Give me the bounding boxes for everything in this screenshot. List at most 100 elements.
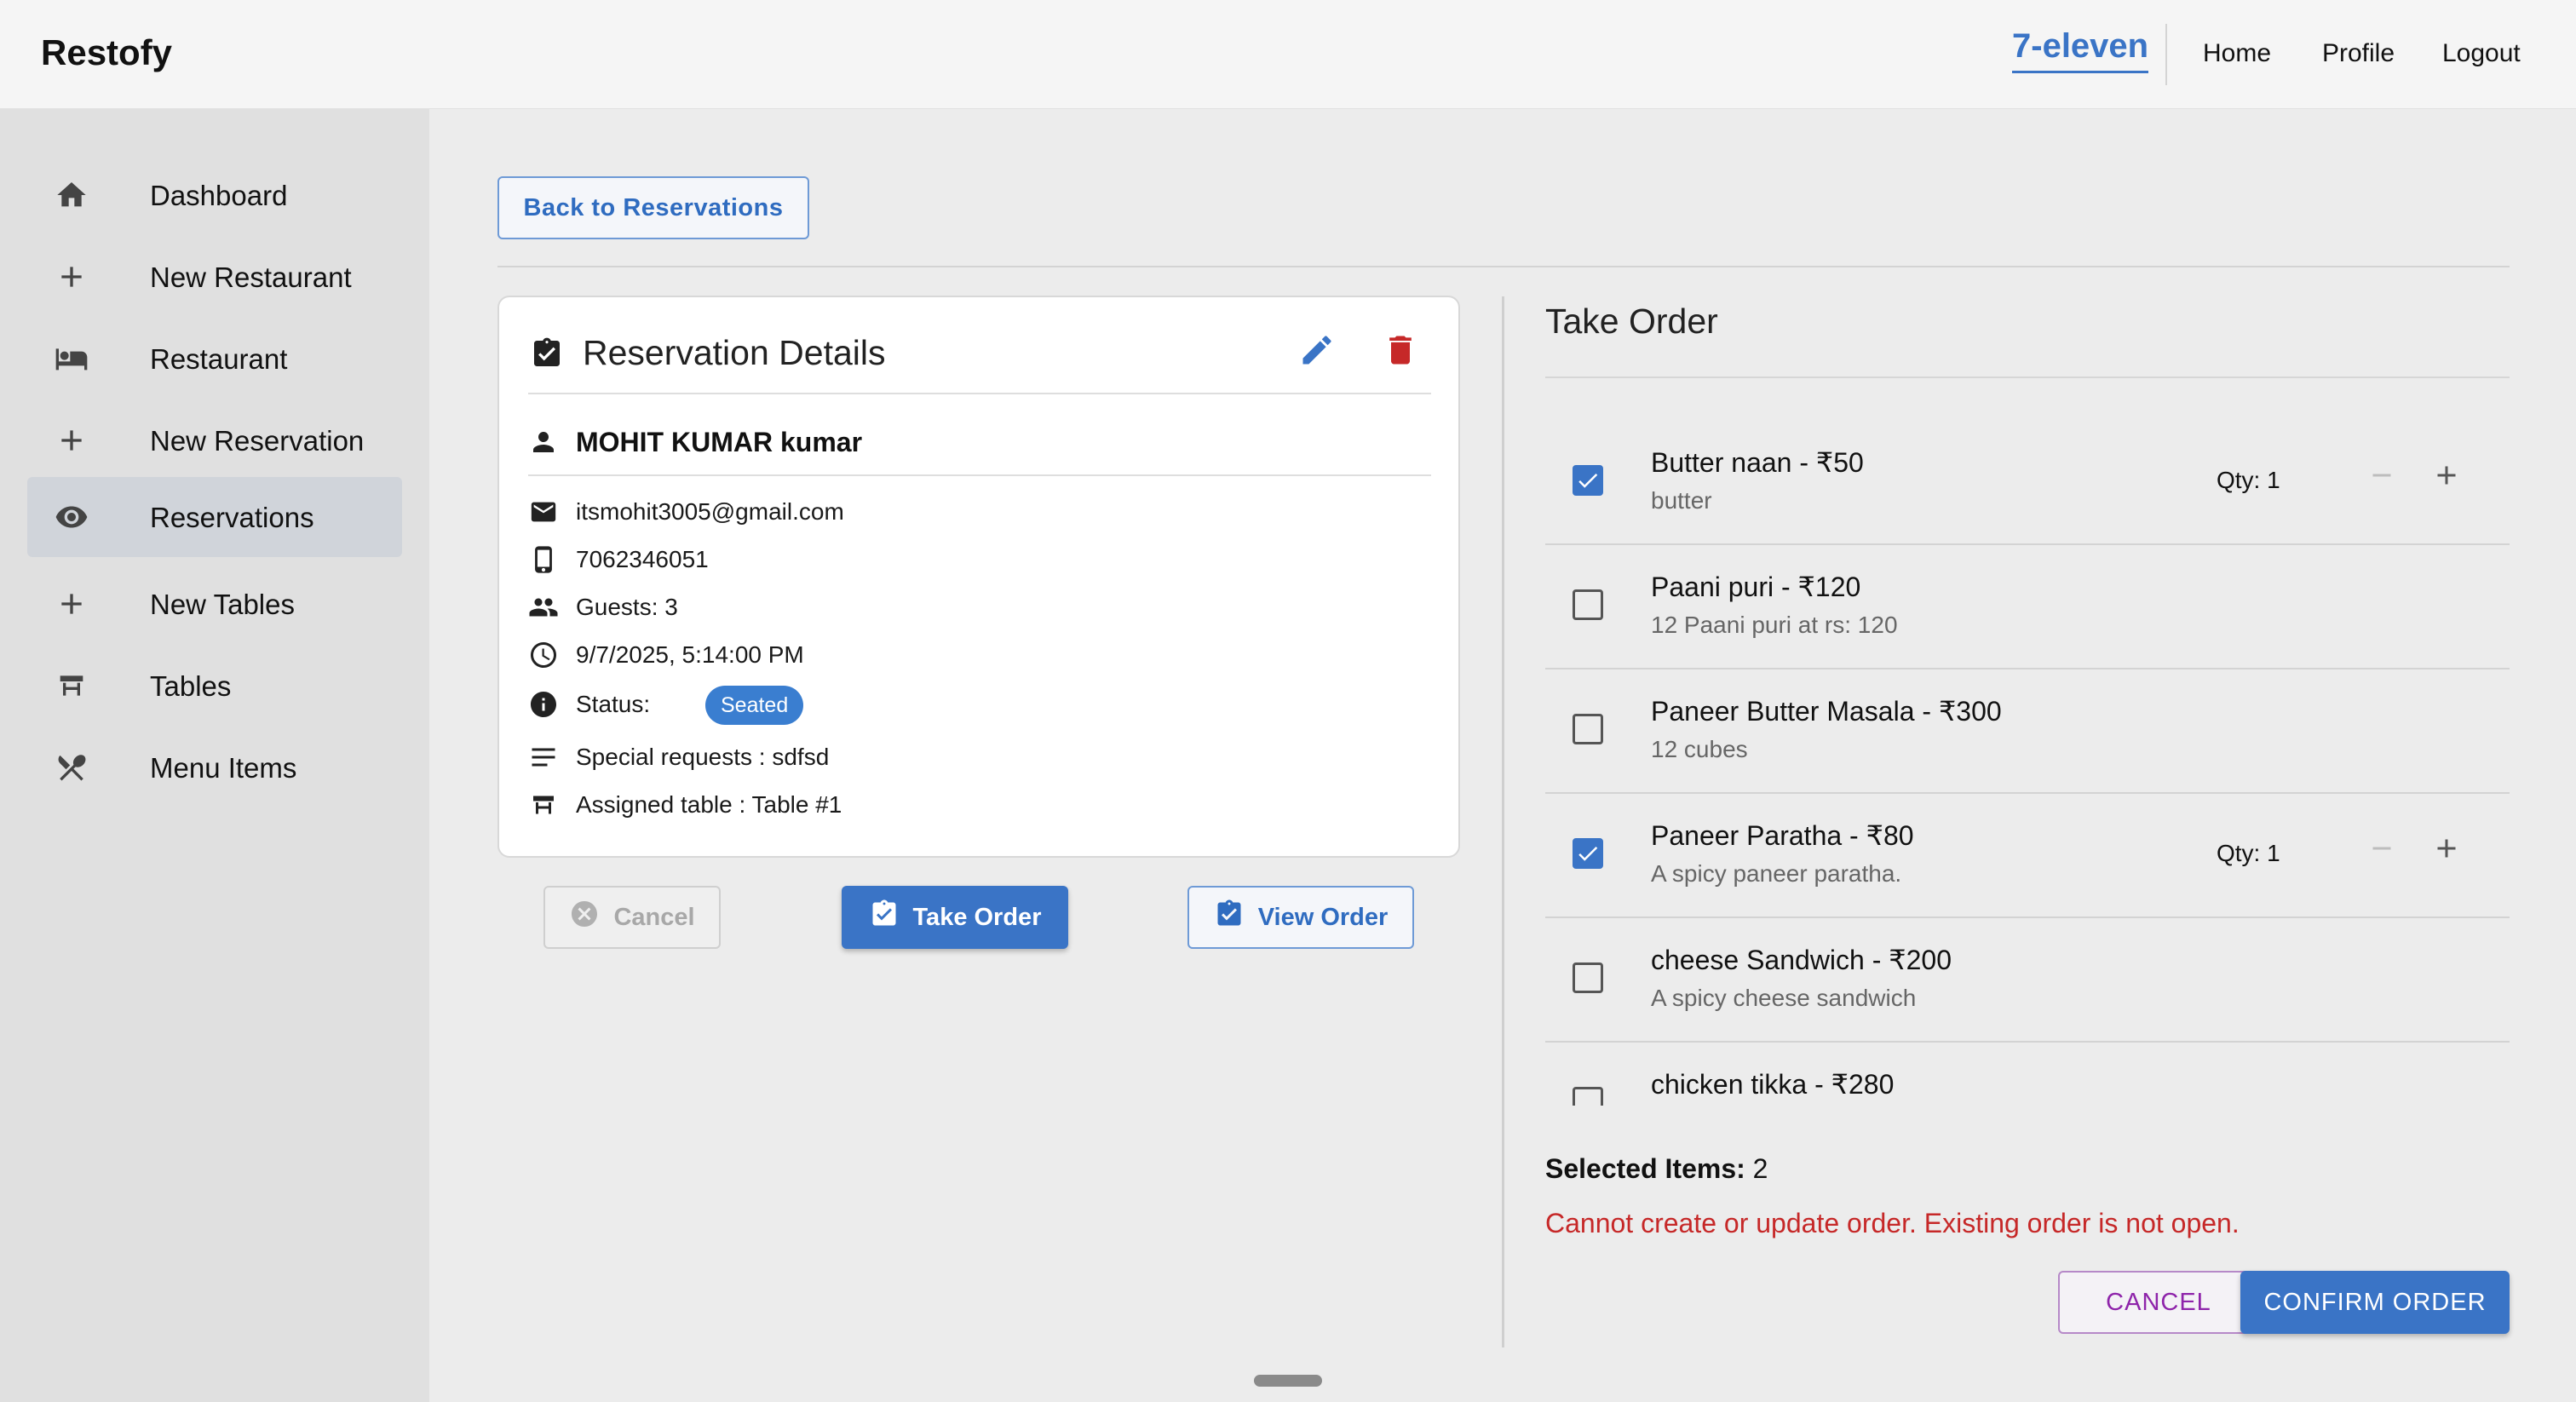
assigned-table-text: Assigned table : Table #1 — [576, 791, 842, 818]
item-checkbox[interactable] — [1573, 838, 1603, 869]
decrease-quantity-icon[interactable] — [2365, 831, 2399, 865]
item-name: Paneer Butter Masala - ₹300 — [1651, 696, 2002, 727]
item-description: 12 cubes — [1651, 736, 1748, 762]
nav-profile-link[interactable]: Profile — [2322, 39, 2395, 68]
cancel-circle-icon — [569, 899, 600, 936]
take-order-button[interactable]: Take Order — [842, 886, 1068, 949]
item-name: Paani puri - ₹120 — [1651, 572, 1861, 602]
cancel-order-button[interactable]: CANCEL — [2058, 1271, 2259, 1334]
item-name: Paneer Paratha - ₹80 — [1651, 820, 1914, 851]
mail-icon — [528, 497, 559, 527]
card-divider — [528, 393, 1431, 394]
sidebar-item-label: New Restaurant — [150, 261, 352, 293]
phone-icon — [528, 544, 559, 575]
sidebar-item-dashboard[interactable]: Dashboard — [27, 155, 402, 235]
sidebar-item-new-restaurant[interactable]: New Restaurant — [27, 237, 402, 317]
section-divider — [497, 266, 2510, 267]
decrease-quantity-icon[interactable] — [2365, 458, 2399, 492]
info-icon — [528, 689, 559, 720]
back-to-reservations-button[interactable]: Back to Reservations — [497, 176, 809, 239]
item-checkbox[interactable] — [1573, 465, 1603, 496]
item-checkbox[interactable] — [1573, 589, 1603, 620]
plus-icon — [55, 260, 89, 294]
clock-icon — [528, 640, 559, 670]
sidebar-item-label: New Reservation — [150, 425, 365, 457]
order-error-message: Cannot create or update order. Existing … — [1545, 1208, 2240, 1238]
status-badge: Seated — [705, 686, 804, 725]
sidebar-item-label: Restaurant — [150, 343, 288, 375]
clipboard-check-icon — [530, 336, 564, 375]
sidebar-item-new-reservation[interactable]: New Reservation — [27, 400, 402, 480]
increase-quantity-icon[interactable] — [2429, 831, 2464, 865]
home-icon — [55, 178, 89, 212]
nav-home-link[interactable]: Home — [2203, 39, 2271, 68]
view-order-button[interactable]: View Order — [1187, 886, 1414, 949]
menu-items-list[interactable]: Butter naan - ₹50 butter Qty: 1 Paani pu… — [1545, 421, 2510, 1106]
sidebar-item-menu-items[interactable]: Menu Items — [27, 727, 402, 807]
person-icon — [528, 427, 559, 462]
selected-items-summary: Selected Items: 2 — [1545, 1153, 1768, 1185]
item-checkbox[interactable] — [1573, 962, 1603, 993]
detail-assigned-table: Assigned table : Table #1 — [528, 786, 1380, 824]
status-label: Status: — [576, 691, 651, 717]
check-icon — [1578, 846, 1598, 861]
sidebar-item-new-tables[interactable]: New Tables — [27, 564, 402, 644]
item-description: A spicy cheese sandwich — [1651, 985, 1917, 1011]
sidebar-item-reservations[interactable]: Reservations — [27, 477, 402, 557]
clipboard-check-icon — [869, 899, 900, 936]
increase-quantity-icon[interactable] — [2429, 458, 2464, 492]
detail-datetime: 9/7/2025, 5:14:00 PM — [528, 636, 1380, 674]
detail-email: itsmohit3005@gmail.com — [528, 493, 1380, 531]
eye-icon — [55, 500, 89, 534]
edit-icon[interactable] — [1298, 331, 1336, 373]
item-quantity: Qty: 1 — [2217, 467, 2280, 493]
clipboard-check-icon — [1214, 899, 1245, 936]
plus-icon — [55, 587, 89, 621]
header-divider — [2165, 24, 2167, 85]
sidebar-item-label: Tables — [150, 670, 232, 702]
bed-icon — [55, 342, 89, 376]
item-name: Butter naan - ₹50 — [1651, 447, 1864, 478]
top-app-bar: Restofy 7-eleven Home Profile Logout — [0, 0, 2576, 109]
utensils-icon — [55, 750, 89, 784]
delete-icon[interactable] — [1382, 331, 1419, 373]
card-title: Reservation Details — [583, 333, 886, 372]
list-item: Butter naan - ₹50 butter Qty: 1 — [1545, 421, 2510, 545]
plus-icon — [55, 423, 89, 457]
table-icon — [55, 669, 89, 703]
selected-items-count: 2 — [1752, 1153, 1768, 1184]
confirm-order-button[interactable]: CONFIRM ORDER — [2240, 1271, 2510, 1334]
people-icon — [528, 592, 559, 623]
nav-logout-link[interactable]: Logout — [2442, 39, 2521, 68]
app-brand: Restofy — [41, 32, 173, 72]
panel-divider — [1502, 296, 1504, 1347]
special-requests-text: Special requests : sdfsd — [576, 744, 830, 770]
phone-text: 7062346051 — [576, 546, 709, 572]
sidebar-item-restaurant[interactable]: Restaurant — [27, 319, 402, 399]
sidebar: Dashboard New Restaurant Restaurant New … — [0, 109, 429, 1402]
list-item: cheese Sandwich - ₹200 A spicy cheese sa… — [1545, 918, 2510, 1043]
cancel-reservation-button[interactable]: Cancel — [543, 886, 721, 949]
sidebar-item-label: Menu Items — [150, 752, 297, 784]
email-text: itsmohit3005@gmail.com — [576, 498, 844, 525]
check-icon — [1578, 473, 1598, 488]
item-checkbox[interactable] — [1573, 714, 1603, 744]
list-item: Paneer Butter Masala - ₹300 12 cubes — [1545, 669, 2510, 794]
sidebar-item-label: New Tables — [150, 589, 295, 620]
drag-handle[interactable] — [1254, 1375, 1322, 1387]
notes-icon — [528, 742, 559, 773]
reservation-details-card: Reservation Details MOHIT KUMAR kumar it… — [497, 296, 1460, 858]
datetime-text: 9/7/2025, 5:14:00 PM — [576, 641, 804, 668]
table-icon — [528, 790, 559, 820]
item-description: A spicy paneer paratha. — [1651, 860, 1902, 887]
take-order-title: Take Order — [1545, 302, 1718, 341]
sidebar-item-label: Reservations — [150, 502, 314, 533]
sidebar-item-tables[interactable]: Tables — [27, 646, 402, 726]
item-quantity: Qty: 1 — [2217, 840, 2280, 866]
item-checkbox[interactable] — [1573, 1087, 1603, 1106]
restaurant-name-tab[interactable]: 7-eleven — [2012, 27, 2149, 73]
selected-items-label: Selected Items: — [1545, 1153, 1745, 1184]
detail-special-requests: Special requests : sdfsd — [528, 738, 1380, 776]
guest-name: MOHIT KUMAR kumar — [576, 427, 863, 457]
sidebar-item-label: Dashboard — [150, 180, 288, 211]
